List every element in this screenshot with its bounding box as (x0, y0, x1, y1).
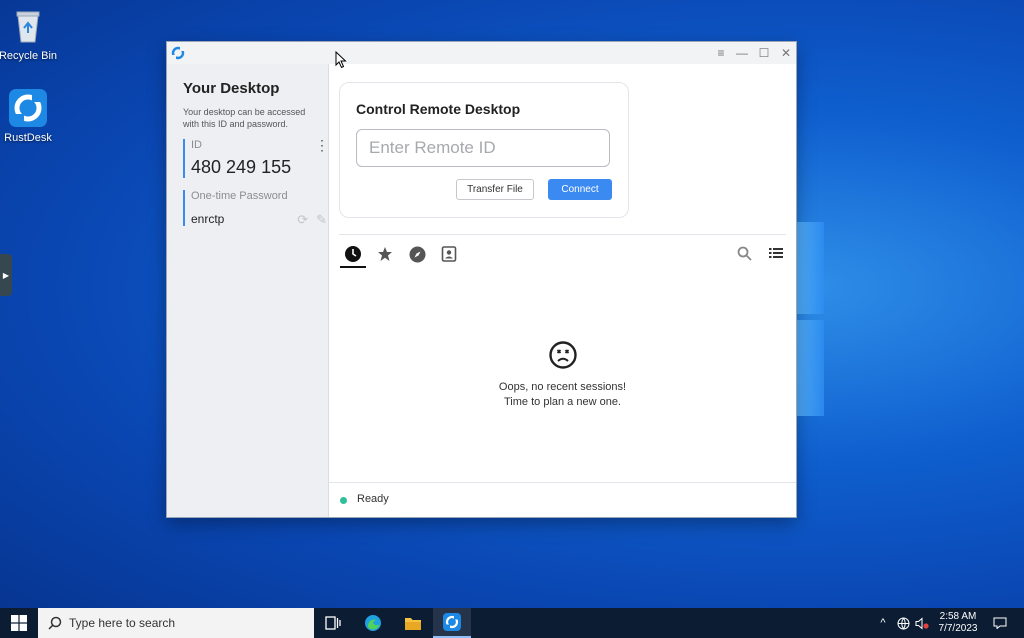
rustdesk-window: ≡ — ☐ ✕ Your Desktop Your desktop can be… (167, 42, 796, 517)
status-indicator-icon (340, 497, 347, 504)
mouse-cursor-icon (335, 50, 347, 74)
transfer-file-button[interactable]: Transfer File (456, 179, 534, 200)
app-logo-icon (171, 46, 185, 60)
tab-discovered[interactable] (405, 242, 429, 266)
desktop-icon-label: RustDesk (4, 132, 52, 144)
clock-time: 2:58 AM (939, 611, 977, 622)
recycle-bin-icon (8, 6, 48, 46)
id-label: ID (191, 139, 202, 151)
empty-state: Oops, no recent sessions! Time to plan a… (329, 340, 796, 410)
menu-icon[interactable]: ≡ (713, 45, 729, 61)
desktop-icon-recycle-bin[interactable]: Recycle Bin (0, 6, 60, 62)
tab-favorites[interactable] (373, 242, 397, 266)
taskbar-search-placeholder: Type here to search (69, 616, 176, 630)
search-icon[interactable] (735, 244, 753, 262)
minimize-icon[interactable]: — (734, 45, 750, 61)
control-remote-card: Control Remote Desktop Transfer File Con… (339, 82, 629, 218)
empty-line-1: Oops, no recent sessions! (498, 381, 627, 393)
edge-icon (365, 615, 381, 631)
search-icon (48, 616, 62, 630)
taskbar-file-explorer[interactable] (394, 608, 432, 638)
divider (339, 234, 786, 235)
title-bar[interactable]: ≡ — ☐ ✕ (167, 42, 796, 64)
volume-muted-icon[interactable] (914, 608, 930, 638)
your-desktop-panel: Your Desktop Your desktop can be accesse… (167, 64, 329, 517)
desktop-icon-rustdesk[interactable]: RustDesk (0, 88, 60, 144)
clock-icon (345, 246, 361, 262)
start-button[interactable] (0, 608, 38, 638)
password-field: One-time Password enrctp ⟳ ✎ (183, 190, 331, 227)
refresh-password-icon[interactable]: ⟳ (297, 212, 308, 227)
windows-start-icon (11, 615, 27, 631)
rustdesk-icon (443, 613, 461, 631)
tab-address-book[interactable] (437, 242, 461, 266)
empty-line-2: Time to plan a new one. (504, 396, 621, 408)
taskbar-edge[interactable] (354, 608, 392, 638)
taskbar-rustdesk[interactable] (433, 608, 471, 638)
sad-face-icon (548, 340, 578, 370)
taskbar-clock[interactable]: 2:58 AM 7/7/2023 (938, 611, 978, 635)
contact-icon (441, 246, 457, 262)
status-text: Ready (357, 493, 389, 505)
more-options-icon[interactable]: ⋮ (315, 138, 329, 152)
compass-icon (409, 246, 425, 262)
connect-button[interactable]: Connect (548, 179, 612, 200)
taskbar-search-box[interactable]: Type here to search (38, 608, 314, 638)
panel-description: Your desktop can be accessed with this I… (183, 107, 306, 129)
edit-password-icon[interactable]: ✎ (316, 212, 327, 227)
remote-id-input[interactable] (356, 129, 610, 167)
folder-icon (405, 618, 421, 630)
chevron-up-icon[interactable]: ^ (876, 608, 890, 638)
taskbar: Type here to search ^ 2:58 AM 7/7/2023 (0, 608, 1024, 638)
task-view-button[interactable] (314, 608, 352, 638)
main-panel: Control Remote Desktop Transfer File Con… (329, 64, 796, 517)
windows-logo-wallpaper (796, 222, 826, 418)
desktop-icon-label: Recycle Bin (0, 50, 58, 62)
id-value[interactable]: 480 249 155 (191, 157, 331, 178)
rustdesk-icon (8, 88, 48, 128)
close-icon[interactable]: ✕ (778, 45, 794, 61)
id-field: ID 480 249 155 ⋮ (183, 138, 331, 178)
tab-recent-sessions[interactable] (340, 242, 366, 268)
star-icon (378, 247, 392, 261)
list-view-icon[interactable] (767, 244, 785, 262)
maximize-icon[interactable]: ☐ (756, 45, 772, 61)
control-title: Control Remote Desktop (356, 101, 521, 117)
clock-date: 7/7/2023 (938, 623, 978, 634)
status-bar: Ready (329, 482, 796, 517)
notification-icon[interactable] (990, 608, 1010, 638)
password-label: One-time Password (191, 190, 288, 202)
side-expand-tab[interactable]: ▶ (0, 254, 12, 296)
task-view-icon (325, 616, 341, 630)
panel-title: Your Desktop (183, 80, 280, 97)
network-icon[interactable] (895, 608, 911, 638)
